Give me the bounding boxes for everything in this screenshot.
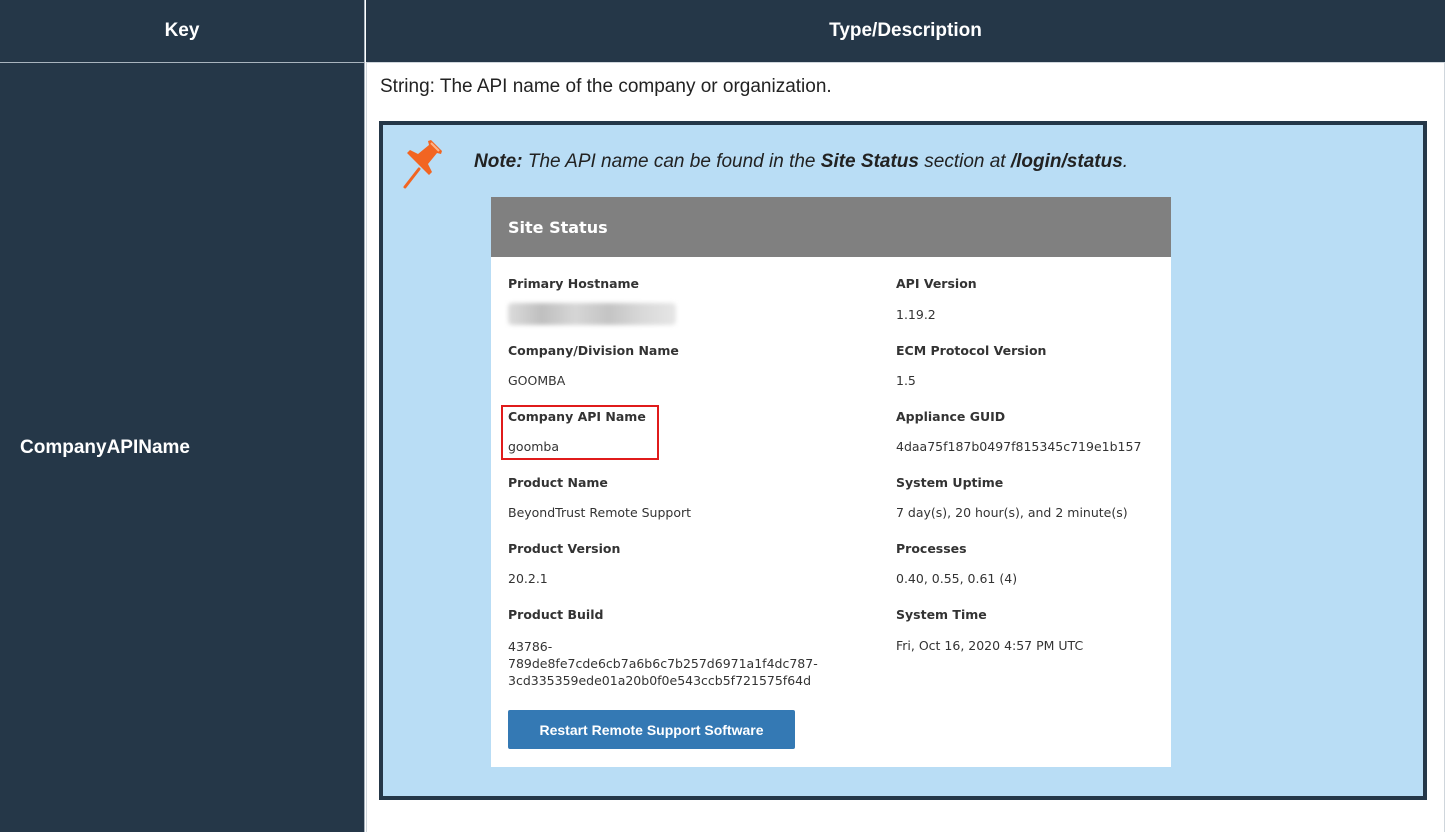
ecm-protocol-value: 1.5 [896, 373, 916, 388]
system-time-value: Fri, Oct 16, 2020 4:57 PM UTC [896, 638, 1084, 653]
key-cell: CompanyAPIName [0, 62, 365, 832]
note-text-2: section at [918, 151, 1011, 172]
company-division-label: Company/Division Name [508, 343, 679, 358]
ecm-protocol-label: ECM Protocol Version [896, 343, 1047, 358]
site-status-title: Site Status [491, 197, 1171, 257]
note-bold-path: /login/status [1010, 151, 1123, 172]
site-status-screenshot: Site Status Primary Hostname Company/Div… [491, 197, 1171, 767]
product-version-label: Product Version [508, 541, 621, 556]
note-bold-site-status: Site Status [820, 151, 919, 172]
processes-value: 0.40, 0.55, 0.61 (4) [896, 571, 1018, 586]
header-description: Type/Description [366, 0, 1445, 62]
product-build-line-2: 789de8fe7cde6cb7a6b6c7b257d6971a1f4dc787… [508, 656, 818, 671]
company-api-label: Company API Name [508, 409, 646, 424]
api-version-label: API Version [896, 276, 977, 291]
processes-label: Processes [896, 541, 967, 556]
key-name: CompanyAPIName [20, 436, 190, 458]
note-text-3: . [1122, 151, 1129, 172]
note-text-1: The API name can be found in the [522, 151, 821, 172]
product-build-label: Product Build [508, 607, 604, 622]
product-build-line-3: 3cd335359ede01a20b0f0e543ccb5f721575f64d [508, 673, 812, 688]
note-text: Note: The API name can be found in the S… [474, 151, 1128, 173]
note-box: Note: The API name can be found in the S… [379, 121, 1427, 800]
product-name-value: BeyondTrust Remote Support [508, 505, 692, 520]
pushpin-icon [403, 140, 442, 189]
company-api-value: goomba [508, 439, 560, 454]
reference-table: Key Type/Description CompanyAPIName Stri… [0, 0, 1445, 832]
description-cell: String: The API name of the company or o… [366, 62, 1445, 832]
appliance-guid-label: Appliance GUID [896, 409, 1006, 424]
primary-hostname-label: Primary Hostname [508, 276, 640, 291]
description-text: String: The API name of the company or o… [380, 76, 832, 97]
product-name-label: Product Name [508, 475, 608, 490]
system-time-label: System Time [896, 607, 987, 622]
system-uptime-label: System Uptime [896, 475, 1004, 490]
header-key: Key [0, 0, 365, 62]
company-division-value: GOOMBA [508, 373, 566, 388]
api-version-value: 1.19.2 [896, 307, 936, 322]
system-uptime-value: 7 day(s), 20 hour(s), and 2 minute(s) [896, 505, 1128, 520]
restart-remote-support-button[interactable]: Restart Remote Support Software [508, 710, 795, 749]
product-build-value: 43786- 789de8fe7cde6cb7a6b6c7b257d6971a1… [508, 638, 818, 689]
note-label: Note: [474, 151, 523, 172]
product-build-line-1: 43786- [508, 639, 553, 654]
product-version-value: 20.2.1 [508, 571, 548, 586]
hostname-redacted [508, 303, 676, 325]
appliance-guid-value: 4daa75f187b0497f815345c719e1b157 [896, 439, 1142, 454]
